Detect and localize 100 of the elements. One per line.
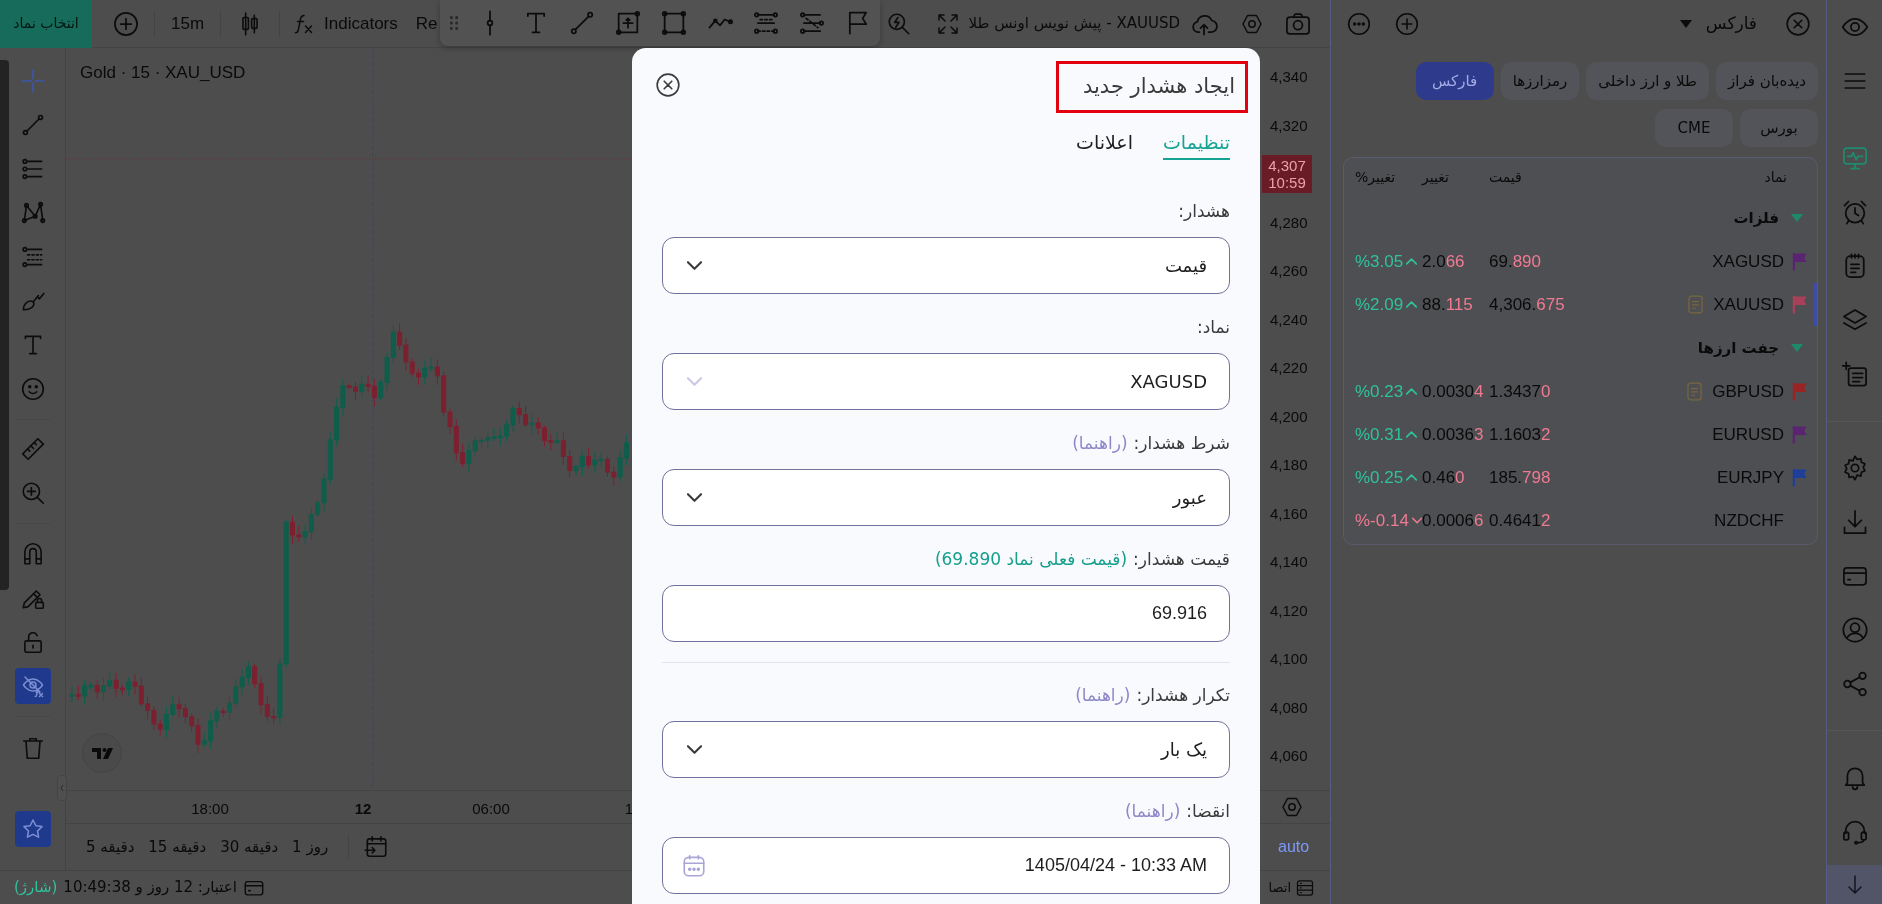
market-tab[interactable]: رمزارزها [1500, 62, 1580, 100]
price-value: 0.46412 [1489, 509, 1551, 532]
note-icon[interactable] [1688, 295, 1704, 314]
symbol-name: EURUSD [1712, 423, 1784, 446]
smiley-icon[interactable] [19, 376, 46, 402]
watchlist-row[interactable]: %0.23 0.00304 1.34370 GBPUSD [1344, 370, 1817, 413]
toolbar-button-label[interactable]: Re [415, 10, 438, 37]
charge-link[interactable]: (شارژ) [14, 876, 58, 899]
dropdown[interactable]: عبور [662, 469, 1230, 526]
caret-down-icon[interactable] [1679, 20, 1692, 28]
connection-status: اتصا [1268, 878, 1291, 897]
flag-icon[interactable] [1792, 252, 1807, 271]
add-icon[interactable] [112, 9, 140, 38]
database-icon[interactable] [1295, 877, 1315, 898]
price-axis-label: 4,260 [1270, 261, 1308, 281]
auto-scale-button[interactable]: auto [1278, 835, 1310, 859]
down-triangle-icon[interactable] [1791, 214, 1803, 222]
dropdown[interactable]: قیمت [662, 237, 1230, 294]
field-label: قیمت هشدار: [1133, 548, 1230, 572]
market-tab[interactable]: دیده‌بان فراز [1716, 62, 1818, 100]
market-tab[interactable]: بورس [1740, 109, 1818, 147]
more-options-icon[interactable] [1346, 11, 1372, 37]
fullscreen-icon[interactable] [935, 11, 960, 36]
date-input[interactable]: 1405/04/24 - 10:33 AM [662, 837, 1230, 894]
symbol-name: NZDCHF [1714, 509, 1784, 532]
parallel-lines-icon[interactable] [797, 9, 826, 37]
collapse-handle-icon[interactable] [57, 775, 67, 801]
percent-change: %0.23 [1355, 380, 1404, 403]
market-tab[interactable]: طلا و ارز داخلی [1586, 62, 1709, 100]
add-icon[interactable] [1394, 11, 1420, 37]
timeframe-button[interactable]: 1 روز [292, 835, 329, 859]
dialog-tab[interactable]: اعلانات [1076, 127, 1133, 160]
share-icon[interactable] [1840, 670, 1869, 698]
monitor-pulse-icon[interactable] [1840, 144, 1869, 172]
timeframe-button[interactable]: 30 دقیقه [220, 835, 279, 859]
help-link[interactable]: (راهنما) [1124, 799, 1181, 825]
price-axis-label: 4,160 [1270, 503, 1308, 524]
rectangle-icon[interactable] [659, 9, 688, 37]
watchlist-row[interactable]: %0.25 0.460 185.798 EURJPY [1344, 456, 1817, 499]
framed-cross-icon[interactable] [613, 9, 642, 37]
price-axis-label: 4,100 [1270, 649, 1308, 669]
zigzag-pattern-icon[interactable] [19, 200, 46, 226]
last-price: 4,307 [1268, 157, 1306, 175]
dropdown[interactable]: یک بار [662, 721, 1230, 778]
price-axis-label: 4,340 [1270, 67, 1308, 87]
price-value: 4,306.675 [1489, 293, 1565, 316]
timeframe-button[interactable]: 15 دقیقه [148, 835, 207, 859]
watchlist-row[interactable]: %-0.14 0.00066 0.46412 NZDCHF [1344, 499, 1817, 542]
dialog-tab[interactable]: تنظیمات [1163, 127, 1230, 160]
field-label: شرط هشدار: [1133, 432, 1230, 456]
scrollbar-thumb[interactable] [0, 60, 9, 590]
logo-icon[interactable] [82, 733, 122, 773]
chart-name: XAUUSD - پیش نویس اونس طلا [968, 13, 1180, 35]
percent-change: %-0.14 [1355, 509, 1409, 532]
price-input[interactable]: 69.916 [662, 585, 1230, 642]
column-header: قیمت [1489, 167, 1522, 187]
hexagon-gear-icon[interactable] [1280, 795, 1304, 819]
drag-handle-icon[interactable] [449, 16, 458, 30]
flag-icon[interactable] [1792, 295, 1807, 314]
watchlist-row[interactable]: %0.31 0.00363 1.16032 EURUSD [1344, 413, 1817, 456]
column-header: تغییر% [1355, 167, 1396, 188]
ruler-icon[interactable] [19, 436, 46, 462]
market-tab[interactable]: CME [1655, 109, 1733, 147]
dashed-levels-icon[interactable] [751, 9, 780, 37]
calendar-arrow-icon[interactable] [363, 834, 390, 860]
chart-legend: Gold · 15 · XAU_USD [80, 60, 246, 86]
close-icon[interactable] [655, 72, 681, 98]
down-triangle-icon[interactable] [1791, 344, 1803, 352]
symbol-select-button[interactable]: انتخاب نماد [0, 0, 92, 48]
scroll-down-button[interactable] [1827, 865, 1882, 904]
bar-countdown: 10:59 [1268, 174, 1306, 192]
note-icon[interactable] [1687, 382, 1703, 401]
flag-icon[interactable] [1792, 425, 1807, 444]
price-axis-label: 4,200 [1270, 406, 1308, 427]
price-change: 88.115 [1422, 293, 1473, 316]
zoom-bolt-icon[interactable] [885, 10, 912, 37]
time-axis-label: 06:00 [472, 799, 510, 819]
price-change: 0.00363 [1422, 423, 1484, 446]
field-label: نماد: [1196, 316, 1230, 340]
price-axis-label: 4,320 [1270, 115, 1308, 136]
watchlist-title[interactable]: فارکس [1705, 11, 1757, 37]
timeframe-button[interactable]: 5 دقیقه [86, 835, 135, 859]
column-header: نماد [1764, 167, 1788, 187]
market-tab[interactable]: فارکس [1415, 62, 1494, 100]
interval-button[interactable]: 15m [171, 10, 205, 37]
zoom-in-icon[interactable] [19, 480, 46, 506]
group-name: فلزات [1733, 207, 1779, 229]
add-list-icon[interactable] [1840, 360, 1869, 388]
help-link[interactable]: (راهنما) [1072, 431, 1128, 457]
crossed-eye-icon[interactable] [14, 668, 51, 704]
watchlist-row[interactable]: %3.05 2.066 69.890 XAGUSD [1344, 240, 1817, 283]
field-label: انقضا: [1186, 800, 1230, 824]
calendar-icon[interactable] [681, 852, 707, 879]
indicators-button[interactable]: Indicators [324, 10, 398, 37]
watchlist-row[interactable]: %2.09 88.115 4,306.675 XAUUSD [1344, 283, 1817, 326]
help-link[interactable]: (راهنما) [1075, 683, 1131, 709]
percent-change: %3.05 [1355, 250, 1404, 273]
crosshair-icon[interactable] [19, 68, 46, 94]
credit-status: اعتبار: 12 روز و 10:49:38 [63, 877, 237, 899]
user-icon[interactable] [1840, 616, 1869, 644]
